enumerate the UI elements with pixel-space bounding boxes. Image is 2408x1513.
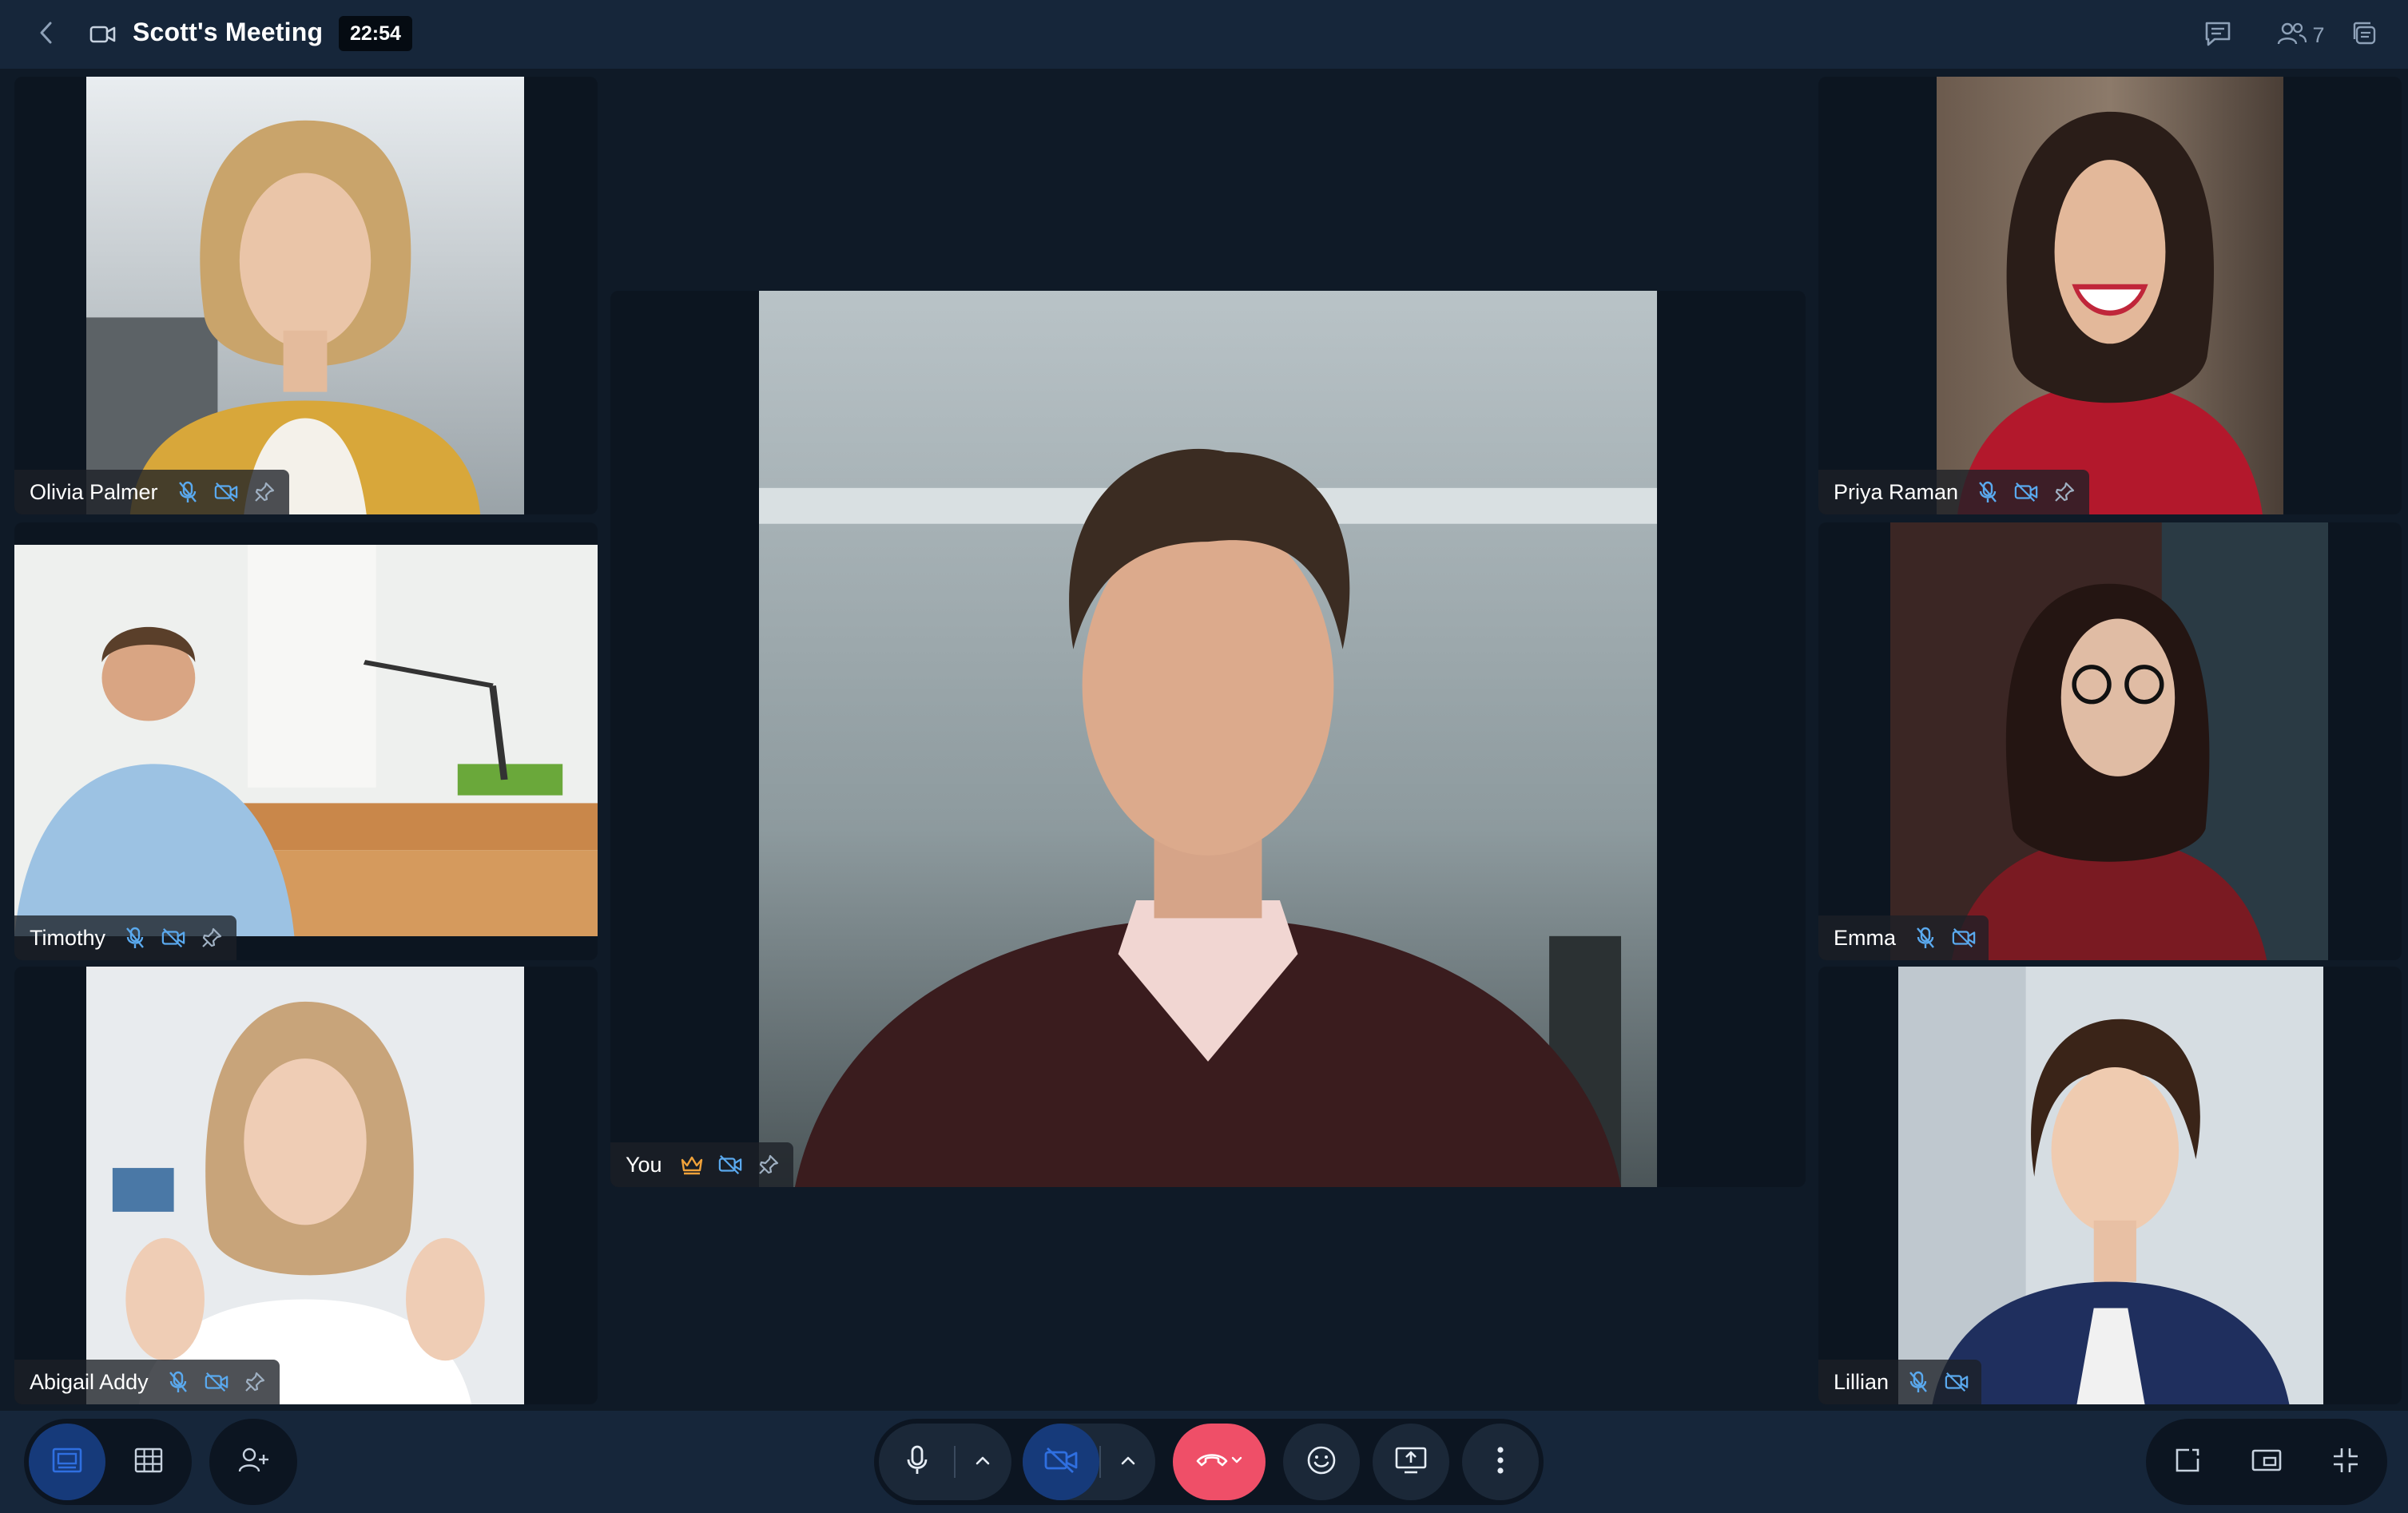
nameplate: Priya Raman <box>1818 470 2090 514</box>
participant-name: Olivia Palmer <box>30 479 158 504</box>
participant-name: Emma <box>1834 925 1897 950</box>
participant-count: 7 <box>2312 22 2325 47</box>
chat-button[interactable] <box>2200 18 2235 53</box>
window-controls-group <box>2146 1419 2387 1505</box>
camera-off-icon[interactable] <box>161 926 185 950</box>
participant-name: Timothy <box>30 925 106 950</box>
camera-off-icon[interactable] <box>2014 480 2038 504</box>
add-participant-icon <box>237 1447 269 1478</box>
participant-video <box>86 967 524 1404</box>
video-tile-olivia-palmer[interactable]: Olivia Palmer <box>14 77 598 514</box>
layers-button[interactable] <box>2347 18 2382 53</box>
participant-name: Lillian <box>1834 1369 1889 1394</box>
back-button[interactable] <box>29 17 64 52</box>
share-screen-button[interactable] <box>1373 1424 1449 1500</box>
participant-video <box>86 77 524 514</box>
add-participant-button[interactable] <box>215 1424 292 1500</box>
video-tile-you[interactable]: You <box>610 291 1806 1187</box>
nameplate: Timothy <box>14 915 237 960</box>
popout-icon <box>2173 1446 2202 1479</box>
participant-name: You <box>626 1152 662 1177</box>
participant-video <box>759 291 1657 1187</box>
microphone-button[interactable] <box>879 1424 956 1500</box>
mic-muted-icon[interactable] <box>1976 480 2000 504</box>
video-tile-emma[interactable]: Emma <box>1818 522 2402 960</box>
more-options-button[interactable] <box>1462 1424 1539 1500</box>
nameplate: Emma <box>1818 915 1989 960</box>
divider <box>1099 1446 1101 1478</box>
grid-view-button[interactable] <box>110 1424 187 1500</box>
top-bar: Scott's Meeting 22:54 7 <box>0 0 2408 69</box>
nameplate: Olivia Palmer <box>14 470 289 514</box>
nameplate: Lillian <box>1818 1360 1982 1404</box>
meeting-title: Scott's Meeting <box>133 18 324 46</box>
microphone-options-button[interactable] <box>959 1424 1007 1500</box>
share-screen-icon <box>1394 1445 1428 1479</box>
pin-icon[interactable] <box>2052 480 2076 504</box>
pin-icon[interactable] <box>757 1153 781 1177</box>
chevron-up-icon <box>1120 1455 1136 1470</box>
crown-icon <box>680 1153 704 1177</box>
chat-icon <box>2203 20 2232 51</box>
microphone-icon <box>905 1444 929 1480</box>
end-call-button[interactable] <box>1173 1424 1266 1500</box>
pip-icon <box>2251 1447 2283 1477</box>
participant-video <box>1937 77 2283 514</box>
participant-video <box>1898 967 2323 1404</box>
participants-button[interactable]: 7 <box>2269 18 2333 53</box>
popout-button[interactable] <box>2149 1424 2226 1500</box>
pin-icon[interactable] <box>200 926 224 950</box>
camera-options-button[interactable] <box>1104 1424 1152 1500</box>
participant-name: Abigail Addy <box>30 1369 149 1394</box>
participant-video <box>1890 522 2328 960</box>
mic-muted-icon[interactable] <box>1913 926 1937 950</box>
camera-off-icon[interactable] <box>1945 1370 1969 1394</box>
video-tile-lillian[interactable]: Lillian <box>1818 967 2402 1404</box>
end-call-icon <box>1194 1448 1244 1476</box>
nameplate: Abigail Addy <box>14 1360 280 1404</box>
call-controls-group <box>874 1419 1544 1505</box>
bottom-control-bar <box>0 1411 2408 1513</box>
camera-off-icon[interactable] <box>718 1153 742 1177</box>
video-camera-icon <box>89 22 117 47</box>
mic-muted-icon[interactable] <box>1906 1370 1930 1394</box>
divider <box>954 1446 956 1478</box>
chevron-up-icon <box>975 1455 991 1470</box>
picture-in-picture-button[interactable] <box>2228 1424 2305 1500</box>
mic-muted-icon[interactable] <box>123 926 147 950</box>
camera-off-icon[interactable] <box>214 480 238 504</box>
nameplate: You <box>610 1142 793 1187</box>
video-tile-priya-raman[interactable]: Priya Raman <box>1818 77 2402 514</box>
speaker-view-button[interactable] <box>29 1424 105 1500</box>
reactions-button[interactable] <box>1283 1424 1360 1500</box>
pin-icon[interactable] <box>243 1370 267 1394</box>
camera-off-icon[interactable] <box>205 1370 228 1394</box>
add-participant-group <box>209 1419 297 1505</box>
mic-muted-icon[interactable] <box>166 1370 190 1394</box>
grid-view-icon <box>133 1447 164 1478</box>
mic-muted-icon[interactable] <box>176 480 200 504</box>
exit-fullscreen-button[interactable] <box>2307 1424 2384 1500</box>
speaker-view-icon <box>51 1447 83 1478</box>
layers-icon <box>2351 20 2378 51</box>
view-toggle-group <box>24 1419 192 1505</box>
chevron-left-icon <box>38 21 55 49</box>
participants-icon <box>2277 21 2307 50</box>
video-tile-timothy[interactable]: Timothy <box>14 522 598 960</box>
camera-off-icon[interactable] <box>1952 926 1976 950</box>
exit-fullscreen-icon <box>2331 1446 2360 1479</box>
pin-icon[interactable] <box>252 480 276 504</box>
video-tile-abigail-addy[interactable]: Abigail Addy <box>14 967 598 1404</box>
participant-video <box>14 545 598 936</box>
camera-toggle-button[interactable] <box>1023 1424 1099 1500</box>
more-vertical-icon <box>1496 1445 1504 1479</box>
participant-name: Priya Raman <box>1834 479 1959 504</box>
meeting-timer: 22:54 <box>339 16 412 51</box>
camera-off-icon <box>1043 1446 1079 1479</box>
emoji-icon <box>1306 1445 1337 1479</box>
